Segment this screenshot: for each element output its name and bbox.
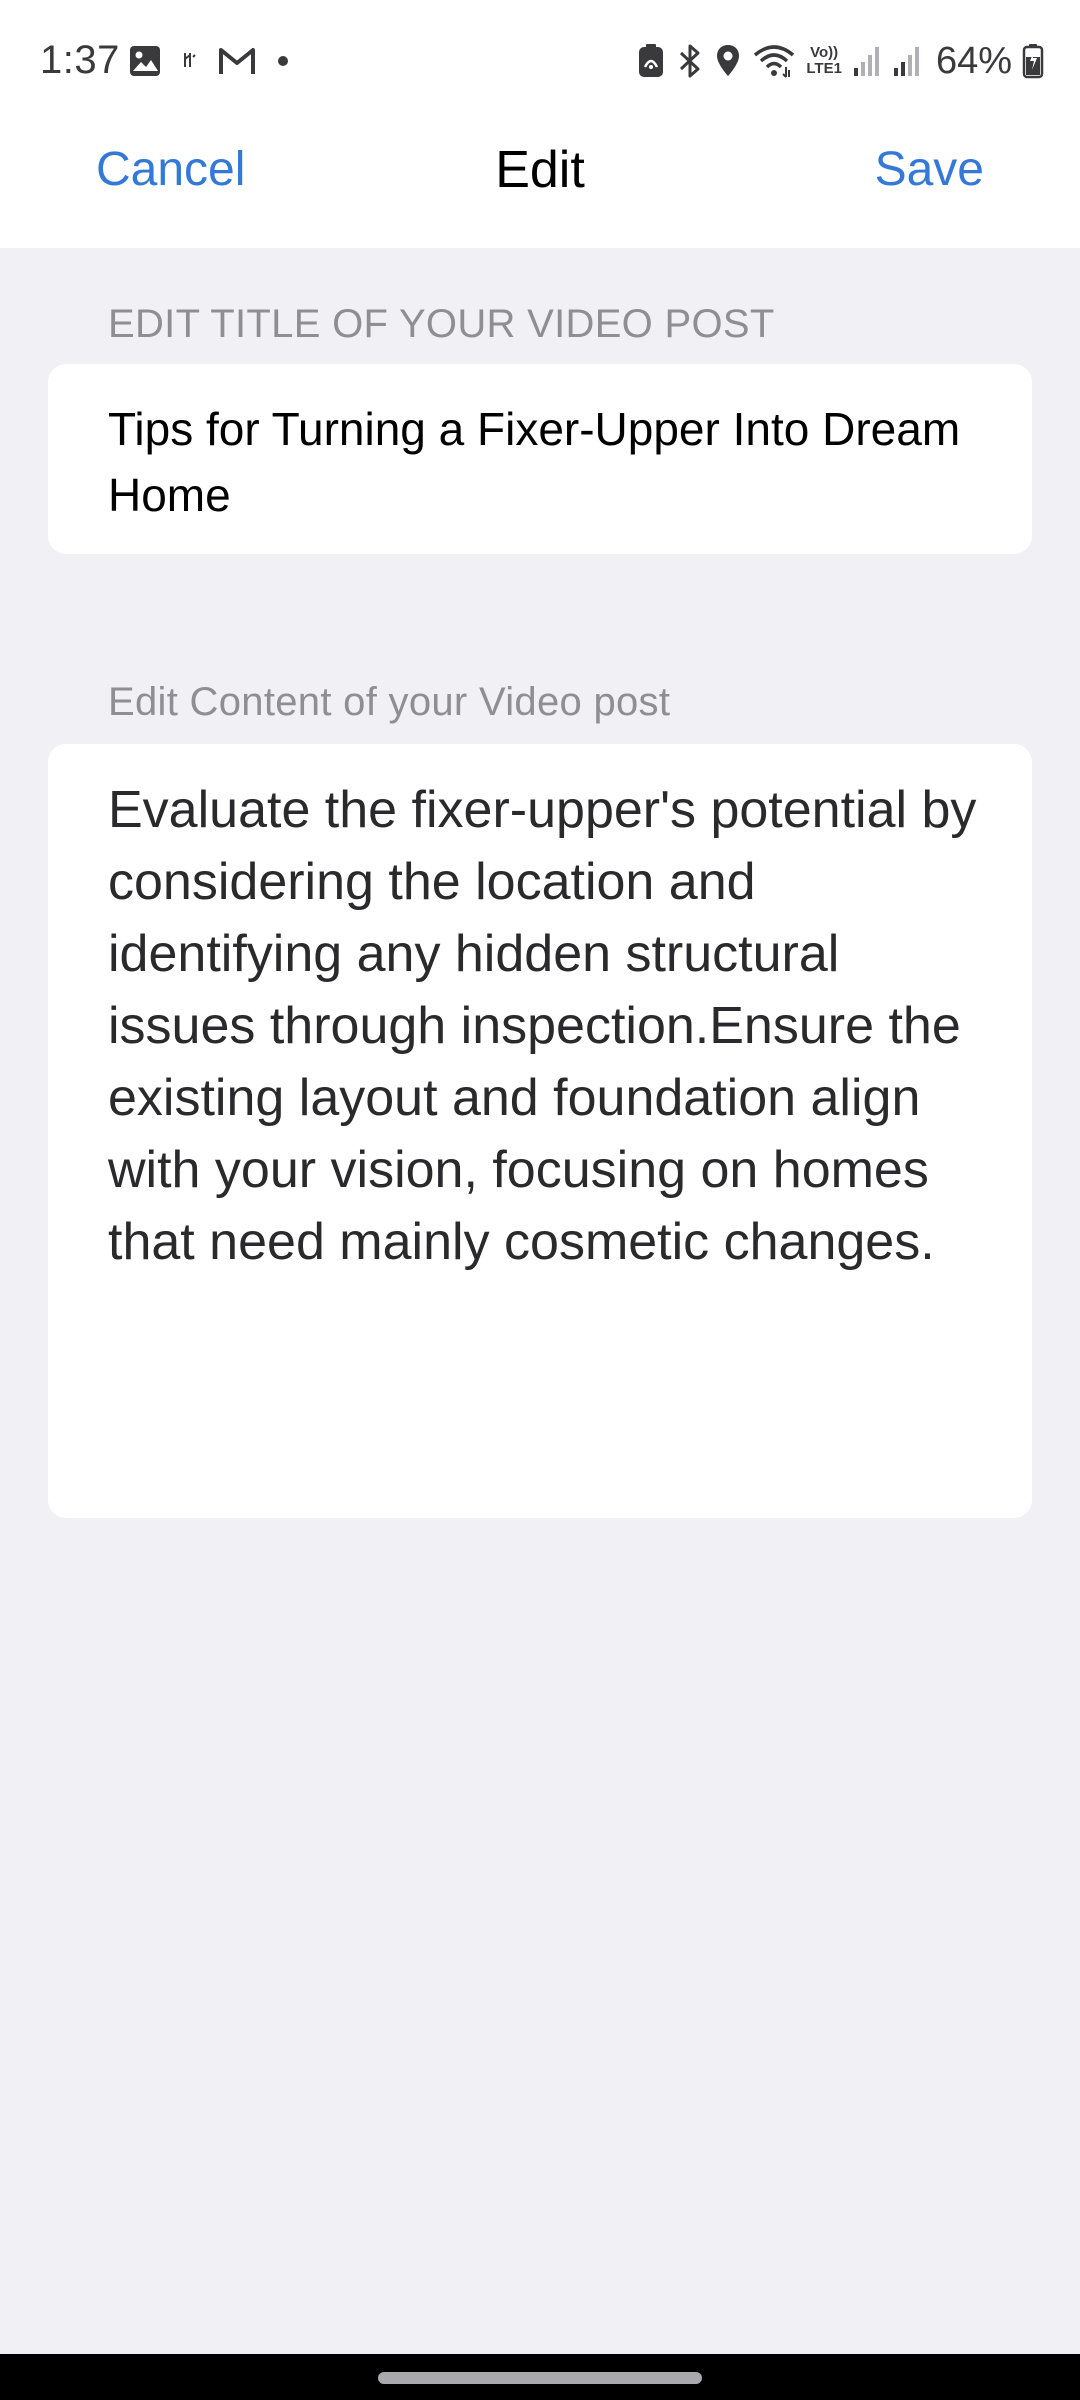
save-button[interactable]: Save: [875, 142, 984, 197]
title-field-card: Tips for Turning a Fixer-Upper Into Drea…: [48, 364, 1032, 554]
battery-icon: [1022, 43, 1044, 79]
wifi-icon: [752, 43, 796, 79]
gmail-icon: [218, 46, 256, 76]
signal-1-icon: [852, 44, 882, 78]
title-input[interactable]: Tips for Turning a Fixer-Upper Into Drea…: [108, 396, 988, 528]
nav-bar: Cancel Edit Save: [0, 122, 1080, 248]
cancel-button[interactable]: Cancel: [96, 142, 245, 197]
bluetooth-icon: [676, 43, 704, 79]
content-field-card: Evaluate the fixer-upper's potential by …: [48, 744, 1032, 1518]
location-icon: [714, 43, 742, 79]
notification-small-icon: [182, 49, 198, 73]
signal-2-icon: [892, 44, 922, 78]
edit-screen: 1:37 Vo)) LTE1 64% Cancel Edit Save EDIT…: [0, 0, 1080, 2400]
status-right-icons: Vo)) LTE1 64%: [636, 38, 1044, 84]
navigation-gesture-bar: [0, 2354, 1080, 2400]
volte-bottom-label: LTE1: [806, 60, 842, 77]
battery-saver-icon: [636, 43, 666, 79]
volte-top-label: Vo)): [810, 44, 839, 61]
title-section-label: EDIT TITLE OF YOUR VIDEO POST: [108, 302, 775, 346]
content-section-label: Edit Content of your Video post: [108, 680, 671, 724]
dot-icon: [276, 54, 290, 68]
volte-icon: Vo)) LTE1: [806, 45, 842, 77]
status-left-icons: [128, 40, 290, 82]
battery-percent: 64%: [935, 39, 1012, 82]
status-time: 1:37: [40, 38, 120, 82]
content-input[interactable]: Evaluate the fixer-upper's potential by …: [108, 774, 998, 1494]
status-bar: 1:37 Vo)) LTE1 64%: [0, 0, 1080, 122]
home-gesture-handle[interactable]: [378, 2372, 702, 2384]
gallery-icon: [128, 44, 162, 78]
